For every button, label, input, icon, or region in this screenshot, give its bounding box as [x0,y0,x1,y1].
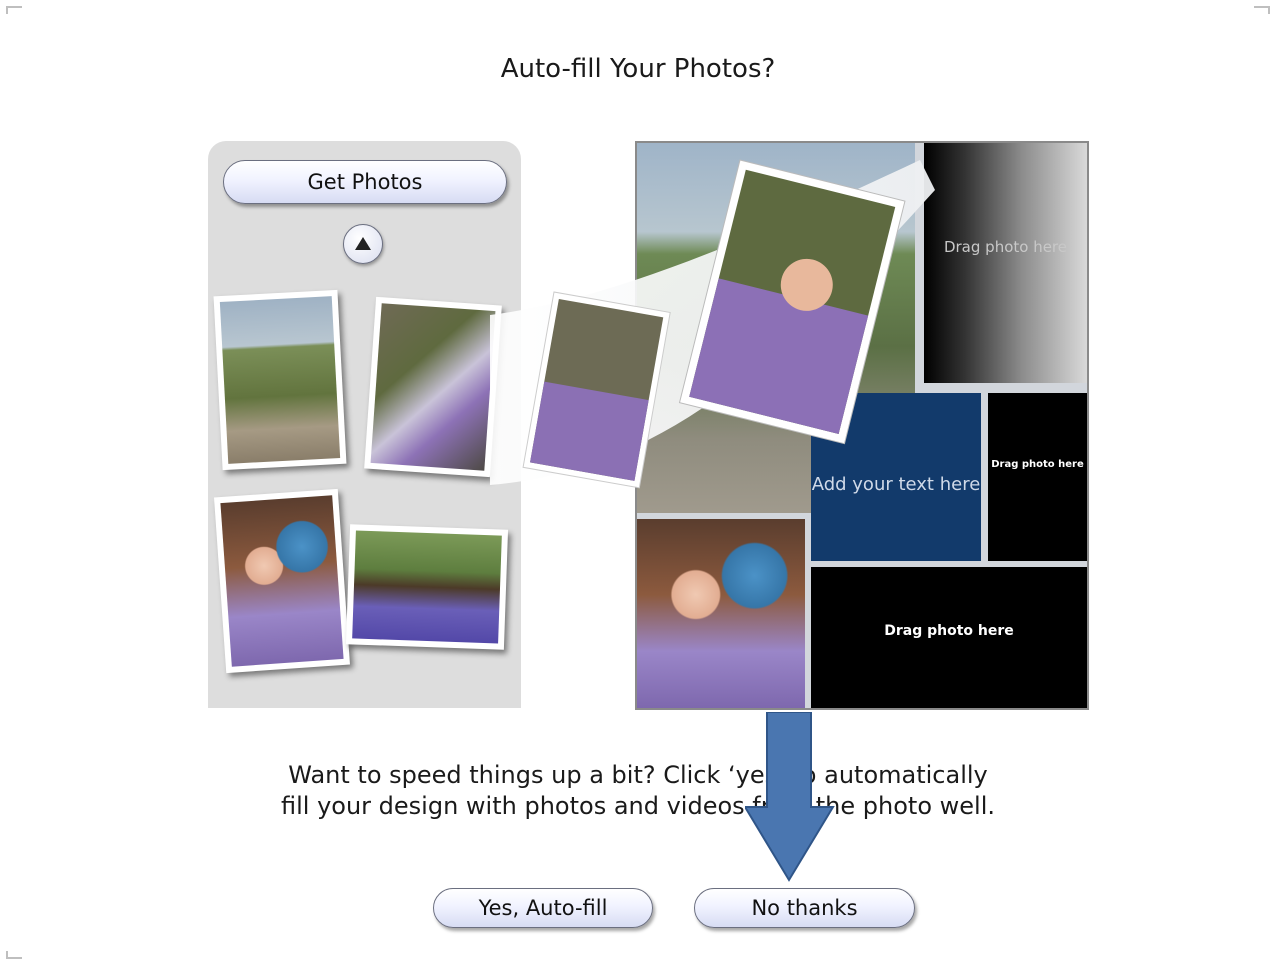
scroll-up-icon [343,224,383,264]
corner-mark [6,951,22,959]
flying-photo [678,159,906,445]
get-photos-button-illustration: Get Photos [223,160,507,204]
canvas-empty-cell: Drag photo here [811,567,1087,708]
canvas-photo-cell [637,519,805,708]
yes-autofill-button[interactable]: Yes, Auto-fill [433,888,653,928]
drag-photo-label: Drag photo here [884,623,1014,639]
dialog-description: Want to speed things up a bit? Click ‘ye… [0,760,1276,822]
no-thanks-button[interactable]: No thanks [694,888,915,928]
autofill-sweep-graphic [490,159,935,489]
corner-mark [6,6,22,14]
down-arrow-icon [745,712,835,882]
photo-thumbnail [213,289,347,471]
photo-thumbnail [345,524,509,650]
description-line: Want to speed things up a bit? Click ‘ye… [288,761,988,789]
corner-mark [1254,6,1270,14]
description-line: fill your design with photos and videos … [281,792,995,820]
photo-thumbnail [364,296,502,478]
photo-well-illustration: Get Photos [208,141,521,708]
dialog-title: Auto-fill Your Photos? [500,54,776,84]
photo-thumbnail [214,488,350,674]
